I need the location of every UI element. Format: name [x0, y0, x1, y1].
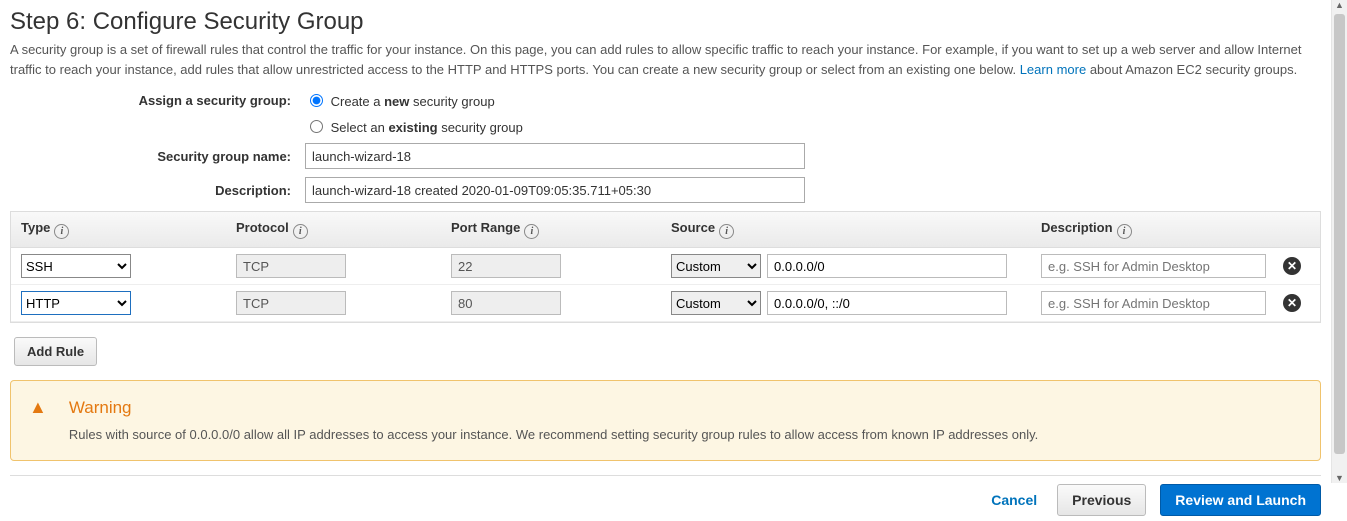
radio-create-new-input[interactable]	[310, 94, 323, 107]
table-row: HTTP Custom ✕	[11, 285, 1320, 322]
radio-select-bold: existing	[388, 120, 437, 135]
remove-rule-icon[interactable]: ✕	[1283, 294, 1301, 312]
intro-text-2: about Amazon EC2 security groups.	[1090, 62, 1297, 77]
warning-title: Warning	[69, 395, 1038, 421]
radio-select-existing-input[interactable]	[310, 120, 323, 133]
rule-source-cidr-input[interactable]	[767, 254, 1007, 278]
info-icon[interactable]: i	[54, 224, 69, 239]
remove-rule-icon[interactable]: ✕	[1283, 257, 1301, 275]
rule-port-input	[451, 291, 561, 315]
rule-description-input[interactable]	[1041, 254, 1266, 278]
radio-create-new[interactable]: Create a new security group	[305, 94, 495, 109]
footer-bar: Cancel Previous Review and Launch	[10, 475, 1321, 516]
col-desc-label: Description	[1041, 220, 1113, 235]
intro-paragraph: A security group is a set of firewall ru…	[10, 40, 1320, 79]
rule-description-input[interactable]	[1041, 291, 1266, 315]
radio-create-post: security group	[409, 94, 494, 109]
rule-type-select[interactable]: HTTP	[21, 291, 131, 315]
review-and-launch-button[interactable]: Review and Launch	[1160, 484, 1321, 516]
rule-protocol-input	[236, 291, 346, 315]
scroll-down-arrow[interactable]: ▼	[1332, 473, 1347, 483]
sg-name-input[interactable]	[305, 143, 805, 169]
scrollbar-thumb[interactable]	[1334, 14, 1345, 454]
sg-desc-label: Description:	[10, 183, 305, 198]
col-port-label: Port Range	[451, 220, 520, 235]
col-source-label: Source	[671, 220, 715, 235]
rule-source-mode-select[interactable]: Custom	[671, 254, 761, 278]
rule-port-input	[451, 254, 561, 278]
rule-source-cidr-input[interactable]	[767, 291, 1007, 315]
scroll-up-arrow[interactable]: ▲	[1332, 0, 1347, 10]
info-icon[interactable]: i	[719, 224, 734, 239]
radio-create-bold: new	[384, 94, 409, 109]
rule-protocol-input	[236, 254, 346, 278]
warning-box: ▲ Warning Rules with source of 0.0.0.0/0…	[10, 380, 1321, 461]
assign-label: Assign a security group:	[10, 93, 305, 108]
learn-more-link[interactable]: Learn more	[1020, 62, 1086, 77]
page-title: Step 6: Configure Security Group	[10, 8, 1337, 36]
cancel-button[interactable]: Cancel	[985, 491, 1043, 509]
add-rule-button[interactable]: Add Rule	[14, 337, 97, 366]
table-row: SSH Custom ✕	[11, 248, 1320, 285]
col-type-label: Type	[21, 220, 50, 235]
info-icon[interactable]: i	[293, 224, 308, 239]
sg-name-label: Security group name:	[10, 149, 305, 164]
radio-select-existing[interactable]: Select an existing security group	[305, 120, 523, 135]
rules-table-header: Typei Protocoli Port Rangei Sourcei Desc…	[11, 212, 1320, 248]
rule-source-mode-select[interactable]: Custom	[671, 291, 761, 315]
vertical-scrollbar[interactable]: ▲ ▼	[1331, 0, 1347, 483]
radio-select-pre: Select an	[331, 120, 389, 135]
radio-create-pre: Create a	[331, 94, 384, 109]
radio-select-post: security group	[438, 120, 523, 135]
col-protocol-label: Protocol	[236, 220, 289, 235]
rules-table: Typei Protocoli Port Rangei Sourcei Desc…	[10, 211, 1321, 323]
sg-desc-input[interactable]	[305, 177, 805, 203]
warning-body: Rules with source of 0.0.0.0/0 allow all…	[69, 425, 1038, 445]
warning-icon: ▲	[29, 395, 47, 444]
rule-type-select[interactable]: SSH	[21, 254, 131, 278]
info-icon[interactable]: i	[1117, 224, 1132, 239]
previous-button[interactable]: Previous	[1057, 484, 1146, 516]
info-icon[interactable]: i	[524, 224, 539, 239]
